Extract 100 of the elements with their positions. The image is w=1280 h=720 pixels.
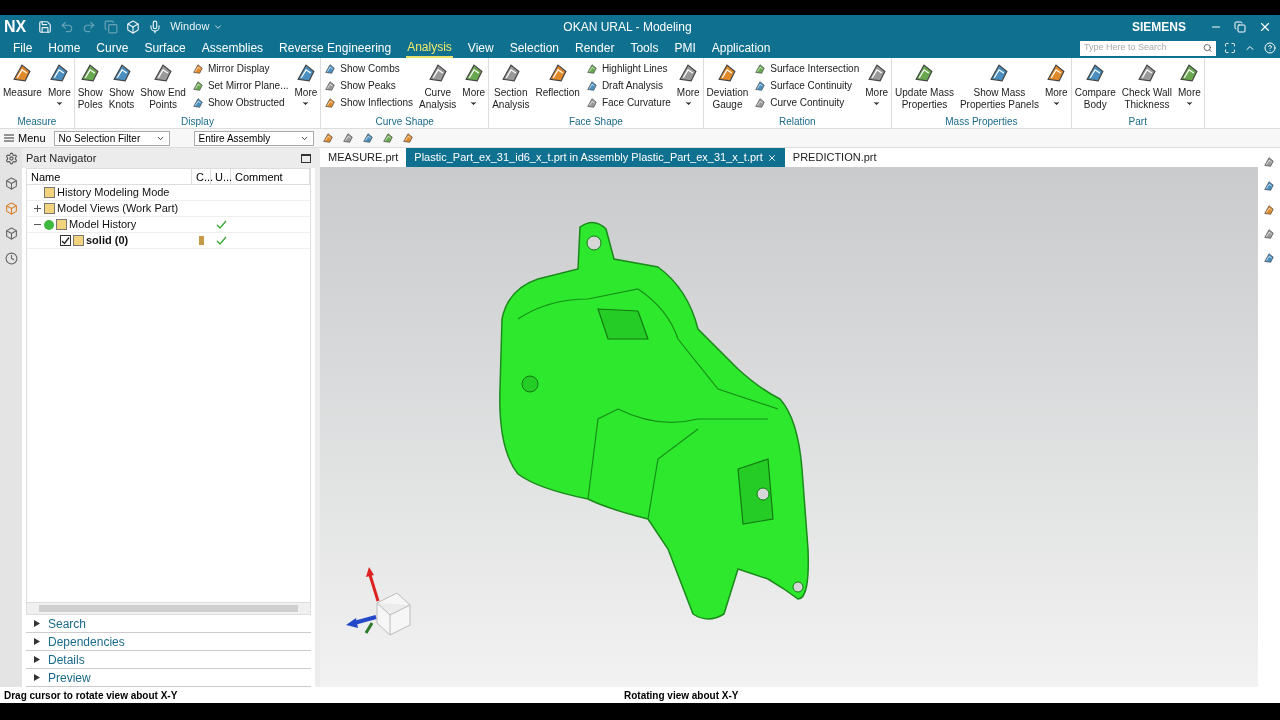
ribbon-small-button[interactable]: Show Obstructed [191,96,289,110]
box-icon[interactable] [126,19,141,34]
tool-icon [1084,62,1107,84]
microphone-icon[interactable] [148,19,163,34]
ribbon-tab[interactable]: Selection [508,38,561,58]
ribbon-small-button[interactable]: Surface Continuity [754,79,860,93]
ribbon-tab[interactable]: Surface [143,38,187,58]
document-tab[interactable]: MEASURE.prt [320,148,407,167]
more-button[interactable]: More [1041,58,1071,108]
search-field[interactable]: Type Here to Search [1080,40,1216,56]
more-button[interactable]: More [459,58,489,108]
check-icon [215,220,227,229]
tool-icon [191,80,204,92]
ribbon-small-button[interactable]: Draft Analysis [585,79,671,93]
ribbon-tab[interactable]: Curve [95,38,130,58]
tool-icon [585,63,598,75]
cube-icon[interactable] [4,227,18,240]
checkbox[interactable] [60,235,71,246]
section-header[interactable]: Details [26,651,311,669]
column-header[interactable]: C... [192,169,211,184]
caret-icon [872,99,882,108]
tree-row[interactable]: solid (0) [27,233,310,249]
tree-row[interactable]: History Modeling Mode [27,185,310,201]
expand-icon [34,638,40,645]
ribbon-tab[interactable]: Tools [629,38,660,58]
ribbon-button[interactable]: Section Analysis [489,58,533,111]
caret-icon [1184,99,1194,108]
settings-icon[interactable] [4,152,18,165]
window-menu[interactable]: Window [170,18,224,35]
cube-icon[interactable] [4,202,18,215]
more-button[interactable]: More [291,58,321,108]
ribbon-button[interactable]: Show Mass Properties Panels [956,58,1042,111]
tool-icon [1045,62,1068,84]
column-header[interactable]: Name [27,169,192,184]
ribbon-button[interactable]: Compare Body [1071,58,1119,111]
ribbon-tab[interactable]: Render [574,38,616,58]
ribbon-small-button[interactable]: Show Inflections [324,96,414,110]
clock-icon[interactable] [4,252,18,265]
ribbon-button[interactable]: Show End Points [137,58,189,111]
ribbon-button[interactable]: Deviation Gauge [703,58,752,111]
ribbon-small-button[interactable]: Highlight Lines [585,62,671,76]
tool-icon [1263,204,1275,216]
ribbon-tab[interactable]: File [12,38,34,58]
ribbon-small-button[interactable]: Show Combs [324,62,414,76]
horizontal-scrollbar[interactable] [27,602,310,614]
selection-filter-dropdown[interactable]: No Selection Filter [53,130,170,146]
menu-button[interactable]: Menu [4,129,46,147]
ribbon-button[interactable]: Show Knots [105,58,138,111]
tool-icon [754,80,767,92]
expand-icon [34,656,40,663]
ribbon-small-button[interactable]: Face Curvature [585,96,671,110]
tool-icon [381,132,394,144]
document-tab[interactable]: PREDICTION.prt [784,148,885,167]
ribbon-small-button[interactable]: Curve Continuity [754,96,860,110]
tree-item-label: Model Views (Work Part) [57,201,179,217]
restore-icon[interactable] [1234,20,1246,33]
expand-icon[interactable] [33,204,42,213]
tool-icon [152,62,175,84]
section-header[interactable]: Search [26,615,311,633]
maximize-icon[interactable] [301,153,311,163]
ribbon-small-button[interactable]: Set Mirror Plane... [191,79,289,93]
ribbon-tab[interactable]: Assemblies [200,38,265,58]
column-header[interactable]: U... [211,169,231,184]
cube-icon[interactable] [4,177,18,190]
close-icon[interactable] [766,152,777,163]
tool-icon [191,97,204,109]
ribbon-tab[interactable]: Reverse Engineering [278,38,393,58]
ribbon-tab[interactable]: View [466,38,495,58]
section-header[interactable]: Dependencies [26,633,311,651]
more-button[interactable]: More [44,58,74,108]
tree-row[interactable]: Model Views (Work Part) [27,201,310,217]
group-label: Part [1127,116,1148,128]
tool-icon [754,63,767,75]
ribbon-small-button[interactable]: Show Peaks [324,79,414,93]
scope-dropdown[interactable]: Entire Assembly [193,130,314,146]
ribbon-tab[interactable]: Home [47,38,82,58]
tool-icon [191,63,204,75]
column-header[interactable]: Comment [231,169,310,184]
ribbon-tab[interactable]: Application [710,38,772,58]
save-icon[interactable] [38,19,53,34]
ribbon-tab[interactable]: PMI [673,38,697,58]
ribbon-button[interactable]: Measure [0,58,45,99]
ribbon-button[interactable]: Update Mass Properties [892,58,957,111]
tree-item-label: solid (0) [86,233,129,249]
search-icon[interactable] [1202,43,1212,53]
more-button[interactable]: More [1175,58,1204,108]
ribbon-button[interactable]: Show Poles [74,58,106,111]
tree-row[interactable]: Model History [27,217,310,233]
state-icon [199,236,204,245]
ribbon-button[interactable]: Check Wall Thickness [1118,58,1176,111]
ribbon-button[interactable]: Curve Analysis [416,58,460,111]
help-icon[interactable] [1264,42,1276,54]
document-tab[interactable]: Plastic_Part_ex_31_id6_x_t.prt in Assembly Plastic_Part_ex_31_x_t.prt [406,148,785,167]
fullscreen-icon[interactable] [1224,42,1236,54]
ribbon-button[interactable]: Reflection [532,58,583,99]
ribbon-small-button[interactable]: Surface Intersection [754,62,860,76]
more-button[interactable]: More [673,58,703,108]
ribbon-small-button[interactable]: Mirror Display [191,62,289,76]
tool-icon [324,80,337,92]
more-button[interactable]: More [862,58,892,108]
